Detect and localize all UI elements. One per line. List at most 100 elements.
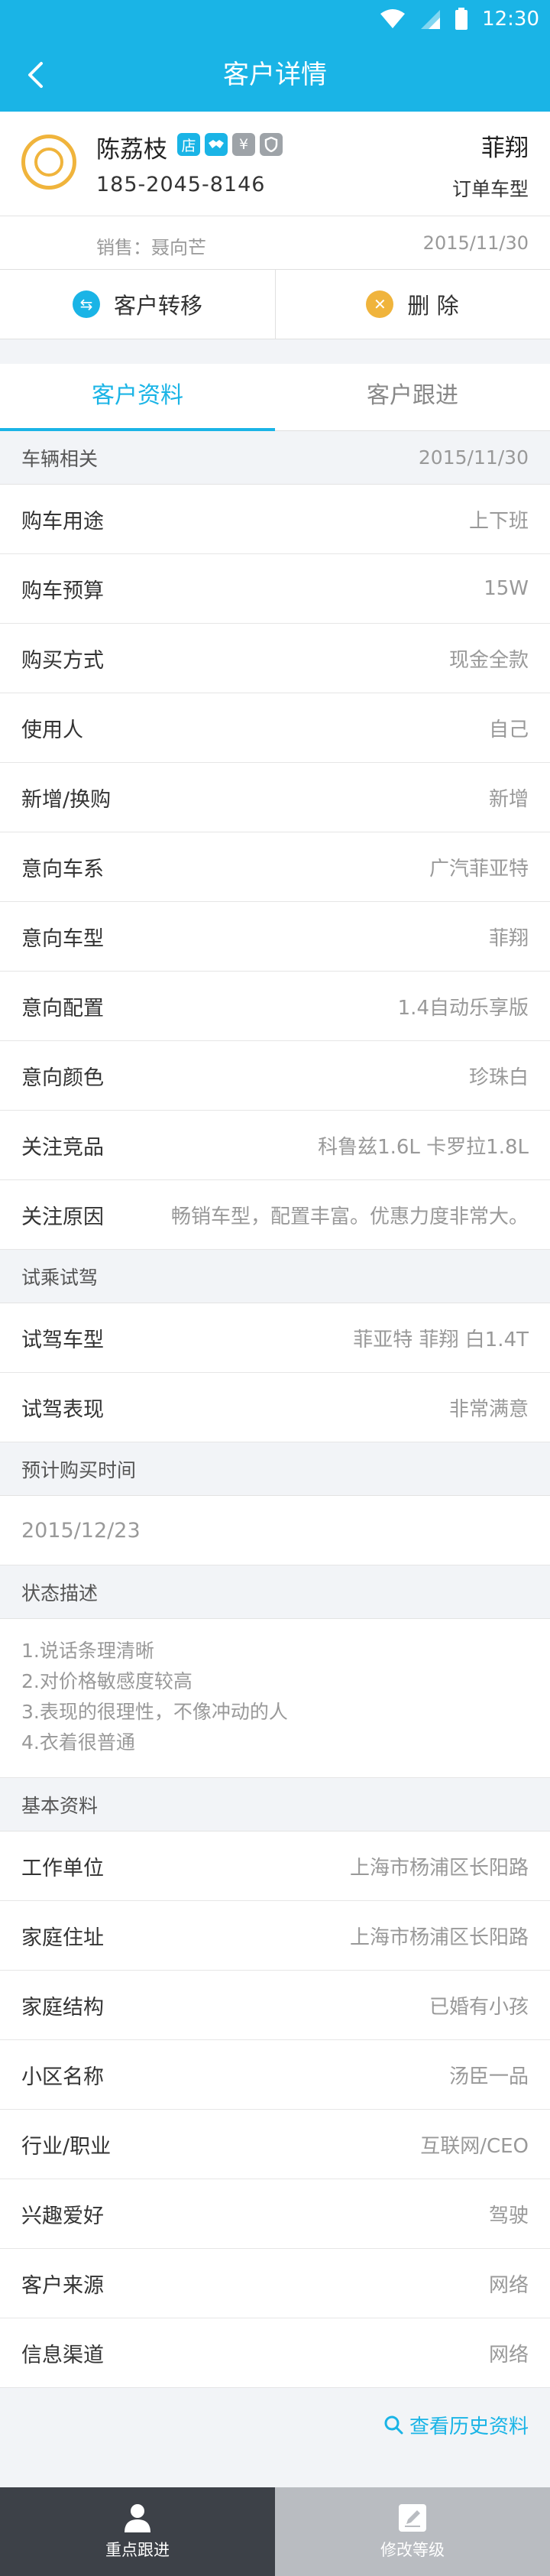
field-value: 汤臣一品 — [448, 2065, 529, 2088]
shield-icon — [260, 133, 283, 156]
nav-bar: 客户详情 — [0, 38, 550, 112]
yuan-icon: ¥ — [232, 133, 255, 156]
delete-label: 删 除 — [407, 293, 459, 319]
customer-badges: 店 ¥ — [177, 133, 283, 156]
key-followup-label: 重点跟进 — [105, 2541, 170, 2559]
list-item[interactable]: 购车用途 上下班 — [0, 485, 550, 554]
store-icon: 店 — [177, 133, 200, 156]
section-header-status: 状态描述 — [0, 1565, 550, 1619]
list-item[interactable]: 购车预算 15W — [0, 554, 550, 624]
list-item[interactable]: 试驾表现 非常满意 — [0, 1373, 550, 1442]
customer-phone[interactable]: 185-2045-8146 — [96, 173, 265, 196]
field-value: 广汽菲亚特 — [429, 857, 529, 881]
field-value: 已婚有小孩 — [429, 1995, 529, 2019]
field-label: 意向配置 — [21, 996, 104, 1020]
key-followup-button[interactable]: 重点跟进 — [0, 2487, 275, 2576]
signal-icon — [421, 10, 441, 29]
list-item[interactable]: 意向颜色 珍珠白 — [0, 1041, 550, 1111]
list-item[interactable]: 关注竞品 科鲁兹1.6L 卡罗拉1.8L — [0, 1111, 550, 1180]
modify-level-label: 修改等级 — [380, 2541, 445, 2559]
close-icon: ✕ — [366, 290, 394, 318]
field-value: 现金全款 — [448, 648, 529, 672]
field-label: 家庭住址 — [21, 1926, 104, 1950]
section-header-test-drive: 试乘试驾 — [0, 1250, 550, 1303]
person-icon — [125, 2504, 150, 2532]
action-bar: ⇆ 客户转移 ✕ 删 除 — [0, 269, 550, 339]
transfer-customer-button[interactable]: ⇆ 客户转移 — [0, 270, 275, 339]
list-item[interactable]: 兴趣爱好 驾驶 — [0, 2179, 550, 2249]
list-item[interactable]: 行业/职业 互联网/CEO — [0, 2110, 550, 2179]
field-label: 关注竞品 — [21, 1135, 104, 1160]
section-title: 预计购买时间 — [21, 1458, 137, 1481]
field-label: 家庭结构 — [21, 1995, 104, 2020]
tab-customer-info[interactable]: 客户资料 — [0, 364, 275, 431]
list-item[interactable]: 客户来源 网络 — [0, 2249, 550, 2318]
field-value: 网络 — [488, 2343, 529, 2367]
list-item[interactable]: 小区名称 汤臣一品 — [0, 2040, 550, 2110]
view-history-link[interactable]: 查看历史资料 — [383, 2406, 529, 2444]
list-item[interactable]: 工作单位 上海市杨浦区长阳路 — [0, 1831, 550, 1901]
list-item[interactable]: 意向配置 1.4自动乐享版 — [0, 972, 550, 1041]
field-label: 工作单位 — [21, 1856, 104, 1880]
field-value: 上海市杨浦区长阳路 — [349, 1856, 529, 1880]
field-label: 购买方式 — [21, 648, 104, 673]
back-arrow-icon — [28, 62, 43, 88]
section-title: 状态描述 — [21, 1582, 99, 1604]
section-header-purchase-time: 预计购买时间 — [0, 1442, 550, 1496]
field-label: 小区名称 — [21, 2065, 104, 2089]
field-label: 兴趣爱好 — [21, 2204, 104, 2228]
list-item[interactable]: 使用人 自己 — [0, 693, 550, 763]
list-item[interactable]: 关注原因 畅销车型，配置丰富。优惠力度非常大。 — [0, 1180, 550, 1250]
status-description[interactable]: 1.说话条理清晰 2.对价格敏感度较高 3.表现的很理性，不像冲动的人 4.衣着… — [0, 1619, 550, 1778]
modify-level-button[interactable]: 修改等级 — [275, 2487, 550, 2576]
transfer-icon: ⇆ — [72, 290, 100, 318]
field-value: 上下班 — [468, 509, 529, 533]
field-label: 意向颜色 — [21, 1066, 104, 1090]
field-value: 新增 — [488, 787, 529, 811]
field-value: 驾驶 — [488, 2204, 529, 2227]
field-value: 上海市杨浦区长阳路 — [349, 1926, 529, 1949]
avatar — [21, 135, 76, 190]
field-label: 试驾表现 — [21, 1397, 104, 1422]
field-value: 珍珠白 — [468, 1066, 529, 1089]
status-line: 2.对价格敏感度较高 — [21, 1670, 192, 1692]
wifi-icon — [380, 9, 406, 28]
tab-bar: 客户资料 客户跟进 — [0, 364, 550, 431]
list-item[interactable]: 购买方式 现金全款 — [0, 624, 550, 693]
list-item[interactable]: 信息渠道 网络 — [0, 2318, 550, 2388]
bottom-bar: 重点跟进 修改等级 — [0, 2487, 550, 2576]
customer-card: 陈荔枝 店 ¥ 185-2045-8146 菲翔 订单车型 销售：聂向芒 201… — [0, 112, 550, 269]
field-label: 行业/职业 — [21, 2134, 112, 2159]
section-header-basic: 基本资料 — [0, 1778, 550, 1831]
handshake-icon — [205, 133, 228, 156]
status-icons: 12:30 — [380, 6, 539, 32]
field-label: 意向车系 — [21, 857, 104, 881]
list-item[interactable]: 家庭结构 已婚有小孩 — [0, 1971, 550, 2040]
history-link-label: 查看历史资料 — [409, 2415, 529, 2438]
list-item[interactable]: 家庭住址 上海市杨浦区长阳路 — [0, 1901, 550, 1971]
field-label: 关注原因 — [21, 1205, 104, 1229]
section-header-vehicle: 车辆相关 2015/11/30 — [0, 431, 550, 485]
back-button[interactable] — [15, 55, 55, 95]
customer-car: 菲翔 — [481, 135, 529, 162]
section-title: 车辆相关 — [21, 447, 99, 470]
field-label: 新增/换购 — [21, 787, 112, 812]
tab-customer-followup[interactable]: 客户跟进 — [275, 364, 550, 431]
customer-name: 陈荔枝 — [96, 136, 167, 164]
list-item[interactable]: 意向车系 广汽菲亚特 — [0, 832, 550, 902]
list-item[interactable]: 新增/换购 新增 — [0, 763, 550, 832]
transfer-label: 客户转移 — [113, 293, 202, 319]
list-item[interactable]: 试驾车型 菲亚特 菲翔 白1.4T — [0, 1303, 550, 1373]
field-label: 客户来源 — [21, 2273, 104, 2298]
field-label: 购车用途 — [21, 509, 104, 534]
field-value: 菲翔 — [488, 926, 529, 950]
purchase-time-field[interactable]: 2015/12/23 — [0, 1496, 550, 1565]
field-value: 1.4自动乐享版 — [397, 996, 529, 1020]
search-icon — [384, 2415, 403, 2435]
status-bar: 12:30 — [0, 0, 550, 38]
delete-button[interactable]: ✕ 删 除 — [275, 270, 550, 339]
field-label: 意向车型 — [21, 926, 104, 951]
status-line: 1.说话条理清晰 — [21, 1640, 154, 1662]
field-value: 菲亚特 菲翔 白1.4T — [353, 1328, 529, 1351]
list-item[interactable]: 意向车型 菲翔 — [0, 902, 550, 972]
